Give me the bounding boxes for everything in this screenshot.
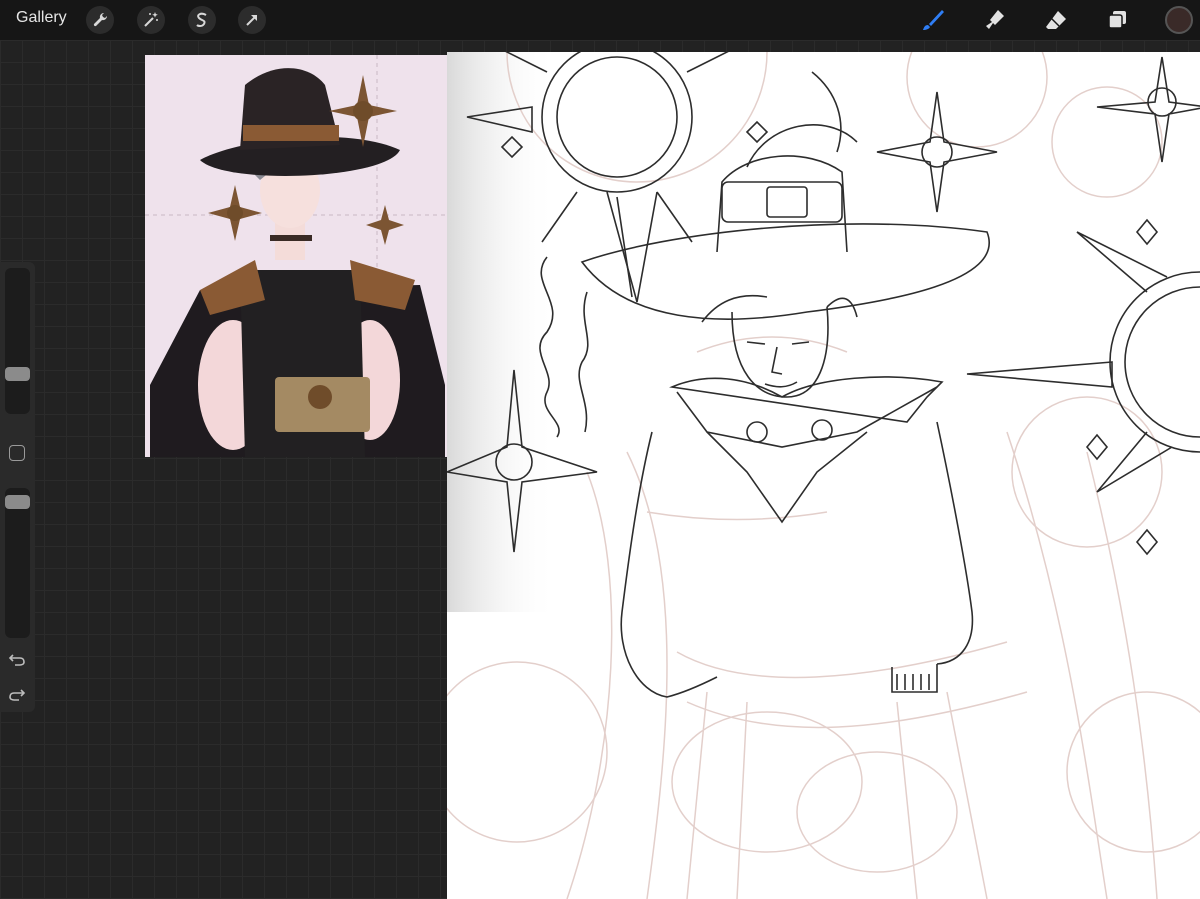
actions-button[interactable] [86,6,114,34]
color-picker-button[interactable] [1165,6,1193,34]
brush-size-thumb[interactable] [5,367,30,381]
undo-button[interactable] [7,650,27,670]
transform-button[interactable] [238,6,266,34]
undo-icon [8,654,25,666]
top-toolbar: Gallery [0,0,1200,40]
drawing-canvas[interactable] [447,52,1200,899]
brush-tool-button[interactable] [918,5,948,35]
wrench-icon [93,12,108,27]
selection-icon [196,12,207,27]
opacity-thumb[interactable] [5,494,30,509]
eraser-tool-button[interactable] [1041,5,1071,35]
adjustments-button[interactable] [137,6,165,34]
transform-arrow-icon [246,15,257,26]
smudge-icon [986,10,1004,29]
layers-button[interactable] [1102,5,1132,35]
canvas-sketch [447,52,1200,899]
reference-image[interactable] [145,55,450,457]
magic-wand-icon [144,12,158,27]
eraser-icon [1046,11,1066,29]
opacity-slider[interactable] [5,488,30,638]
modify-button[interactable] [9,445,25,461]
reference-illustration [145,55,450,457]
redo-button[interactable] [7,685,27,705]
selection-button[interactable] [188,6,216,34]
redo-icon [9,689,26,701]
smudge-tool-button[interactable] [980,5,1010,35]
brush-icon [923,10,944,30]
brush-size-slider[interactable] [5,268,30,414]
gallery-button[interactable]: Gallery [16,9,67,27]
layers-icon [1108,11,1126,29]
left-sidebar [0,262,35,712]
